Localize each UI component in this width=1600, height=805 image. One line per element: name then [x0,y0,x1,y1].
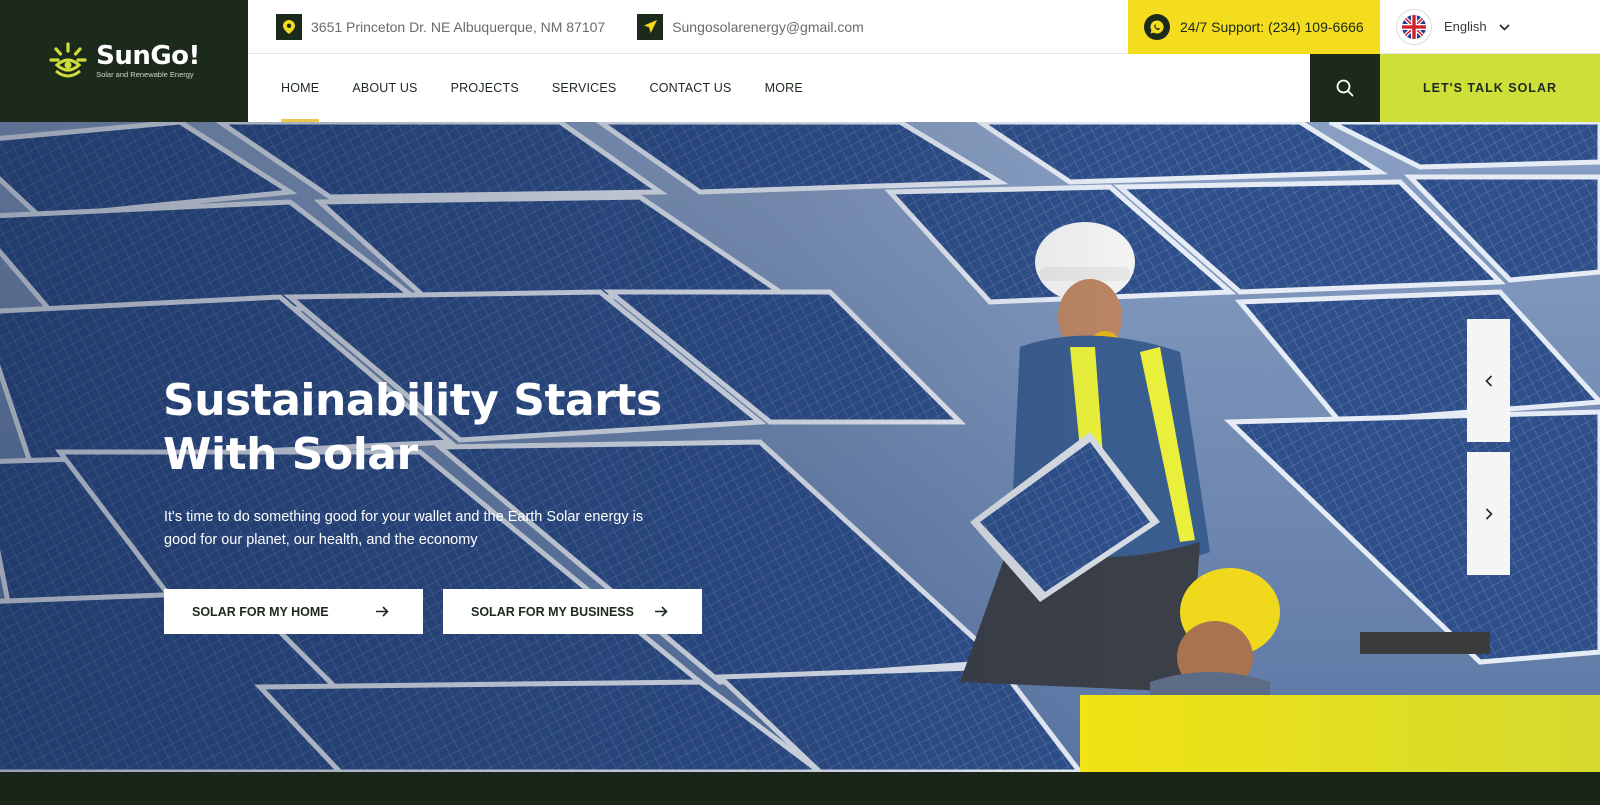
support-text[interactable]: 24/7 Support: (234) 109-6666 [1180,19,1364,35]
nav-item-contact-us[interactable]: CONTACT US [649,54,731,122]
top-info-bar: 3651 Princeton Dr. NE Albuquerque, NM 87… [248,0,1128,54]
solar-for-business-label: SOLAR FOR MY BUSINESS [471,604,634,619]
hero-slider: Sustainability Starts With Solar It's ti… [0,122,1600,772]
map-pin-icon [276,13,302,40]
nav-item-projects[interactable]: PROJECTS [451,54,519,122]
nav-item-services[interactable]: SERVICES [552,54,617,122]
hero-description: It's time to do something good for your … [164,509,644,548]
lets-talk-solar-button[interactable]: LET'S TALK SOLAR [1380,54,1600,122]
chevron-left-icon [1484,374,1492,387]
nav-item-about-us[interactable]: ABOUT US [352,54,417,122]
decorative-yellow-block [1080,695,1600,772]
logo[interactable]: SunGo! Solar and Renewable Energy [48,41,200,81]
address-info: 3651 Princeton Dr. NE Albuquerque, NM 87… [276,13,606,40]
hero-title-line-1: Sustainability Starts [163,375,662,426]
solar-for-home-label: SOLAR FOR MY HOME [192,604,329,619]
arrow-right-icon [655,604,668,620]
logo-tagline: Solar and Renewable Energy [96,70,194,79]
whatsapp-icon [1144,14,1170,40]
logo-name: SunGo! [96,41,200,71]
slider-prev-button[interactable] [1467,319,1510,442]
arrow-right-icon [376,604,389,620]
chevron-right-icon [1485,507,1493,520]
send-icon [637,13,664,40]
search-icon [1336,79,1354,97]
main-nav: HOME ABOUT US PROJECTS SERVICES CONTACT … [248,54,1310,122]
section-divider-strip [0,772,1600,805]
hero-title-line-2: With Solar [163,429,418,480]
email-info[interactable]: Sungosolarenergy@gmail.com [637,13,864,40]
language-selector[interactable]: English [1380,0,1600,54]
slider-next-button[interactable] [1467,452,1510,575]
uk-flag-icon [1396,8,1432,45]
search-button[interactable] [1310,54,1380,122]
support-bar[interactable]: 24/7 Support: (234) 109-6666 [1128,0,1380,54]
language-label: English [1444,19,1487,34]
sun-logo-icon [49,42,87,78]
hero-title: Sustainability Starts With Solar [163,374,723,482]
email-link[interactable]: Sungosolarenergy@gmail.com [672,19,864,35]
address-text: 3651 Princeton Dr. NE Albuquerque, NM 87… [311,18,606,35]
solar-for-home-button[interactable]: SOLAR FOR MY HOME [164,589,423,634]
nav-item-more[interactable]: MORE [765,54,803,122]
chevron-down-icon [1499,19,1510,34]
nav-item-home[interactable]: HOME [281,54,320,122]
solar-for-business-button[interactable]: SOLAR FOR MY BUSINESS [443,589,702,634]
logo-block[interactable]: SunGo! Solar and Renewable Energy [0,0,248,122]
